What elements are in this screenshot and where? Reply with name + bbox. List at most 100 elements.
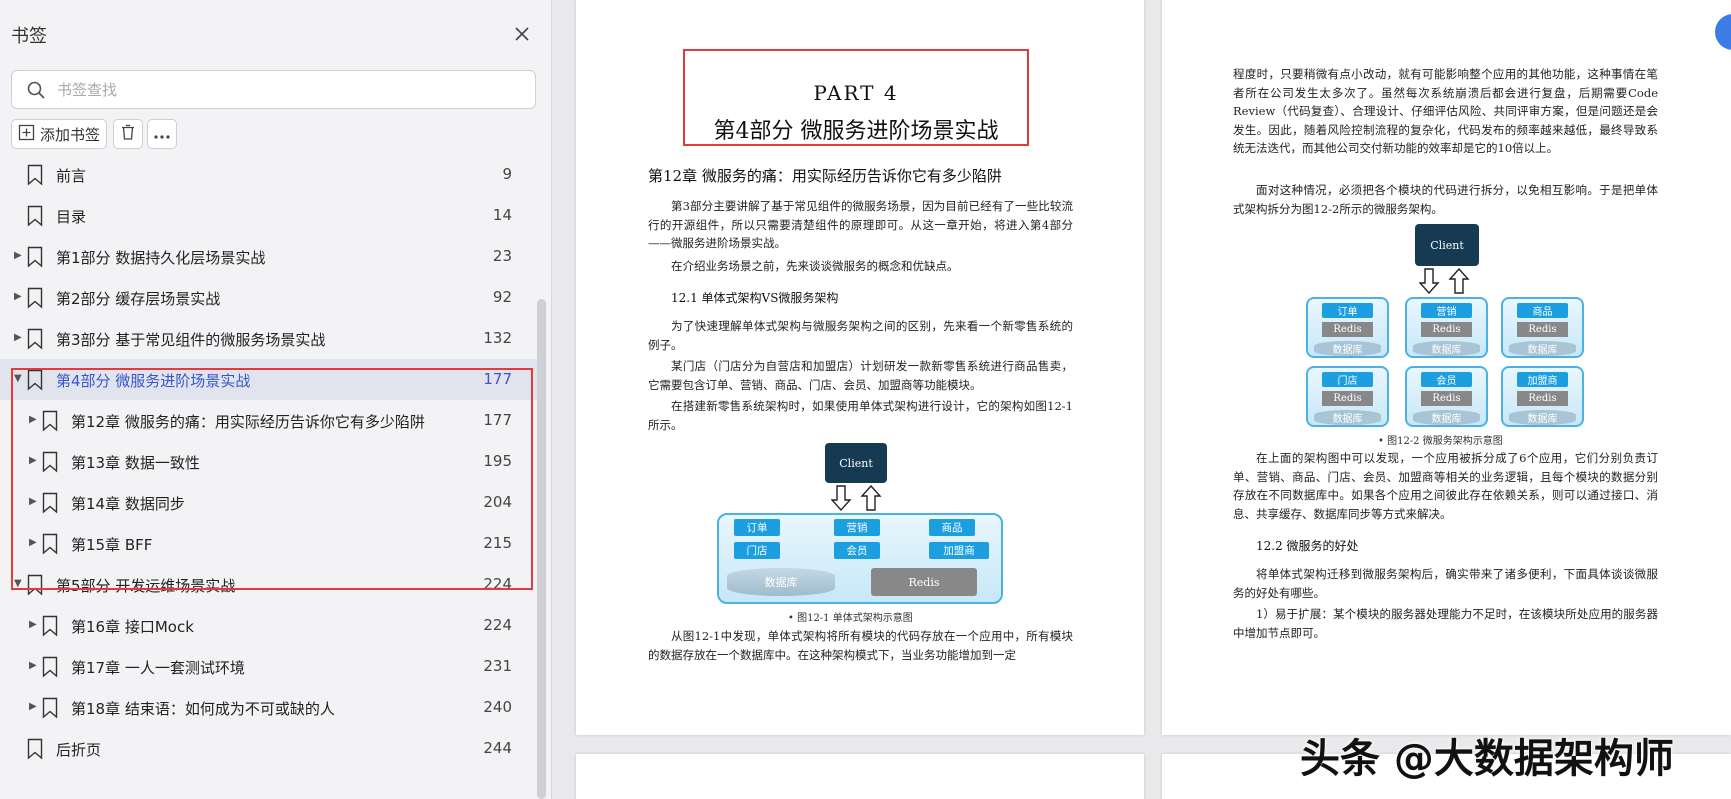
- sidebar-title: 书签: [11, 26, 47, 47]
- bookmark-item[interactable]: ▶ 第13章 数据一致性 195: [0, 441, 540, 482]
- redis-node: Redis: [1421, 322, 1472, 337]
- arrows-icon: [1419, 268, 1470, 294]
- bookmark-item[interactable]: 前言 9: [0, 154, 540, 195]
- bookmark-item[interactable]: 目录 14: [0, 195, 540, 236]
- expand-arrow-icon[interactable]: ▶: [29, 659, 39, 673]
- bookmark-item[interactable]: ▶ 第14章 数据同步 204: [0, 482, 540, 523]
- bookmark-label: 第18章 结束语：如何成为不可或缺的人: [71, 700, 335, 718]
- bookmark-page-number: 215: [483, 534, 512, 552]
- expand-arrow-icon[interactable]: ▶: [29, 536, 39, 550]
- bookmark-item[interactable]: ▶ 第2部分 缓存层场景实战 92: [0, 277, 540, 318]
- add-bookmark-button[interactable]: 添加书签: [11, 119, 107, 149]
- sidebar-scrollbar[interactable]: [537, 299, 546, 799]
- more-options-button[interactable]: [147, 119, 177, 149]
- bookmark-item[interactable]: ▼ 第4部分 微服务进阶场景实战 177: [0, 359, 540, 400]
- expand-arrow-icon[interactable]: ▶: [29, 413, 39, 427]
- bookmark-label: 第4部分 微服务进阶场景实战: [56, 372, 251, 390]
- service-box: 会员 Redis 数据库: [1405, 366, 1488, 427]
- bookmark-icon: [27, 164, 43, 186]
- bookmark-page-number: 23: [492, 247, 512, 265]
- database-node: 数据库: [1314, 410, 1381, 425]
- collapse-arrow-icon[interactable]: ▼: [14, 577, 24, 591]
- paragraph: 为了快速理解单体式架构与微服务架构之间的区别，先来看一个新零售系统的例子。: [648, 319, 1073, 352]
- arrows-icon: [831, 485, 882, 511]
- add-bookmark-icon: [18, 124, 35, 145]
- bookmark-page-number: 132: [483, 329, 512, 347]
- service-box: 订单 Redis 数据库: [1306, 297, 1389, 358]
- watermark: 头条 @大数据架构师: [1300, 736, 1674, 782]
- bookmark-label: 目录: [56, 208, 87, 226]
- expand-arrow-icon[interactable]: ▶: [29, 454, 39, 468]
- database-node: 数据库: [1509, 410, 1576, 425]
- bookmark-label: 第3部分 基于常见组件的微服务场景实战: [56, 331, 326, 349]
- bookmark-search[interactable]: [11, 70, 536, 109]
- close-icon[interactable]: [510, 22, 534, 46]
- service-box: 门店 Redis 数据库: [1306, 366, 1389, 427]
- service-box: 营销 Redis 数据库: [1405, 297, 1488, 358]
- search-input[interactable]: [57, 77, 517, 103]
- bookmark-item[interactable]: ▶ 第3部分 基于常见组件的微服务场景实战 132: [0, 318, 540, 359]
- bookmark-item[interactable]: ▶ 第1部分 数据持久化层场景实战 23: [0, 236, 540, 277]
- service-box: 加盟商 Redis 数据库: [1501, 366, 1584, 427]
- document-page-right: 程度时，只要稍微有点小改动，就有可能影响整个应用的其他功能，这种事情在笔者所在公…: [1162, 0, 1731, 735]
- collapse-arrow-icon[interactable]: ▼: [14, 372, 24, 386]
- bookmark-item[interactable]: ▼ 第5部分 开发运维场景实战 224: [0, 564, 540, 605]
- paragraph: 在上面的架构图中可以发现，一个应用被拆分成了6个应用，它们分别负责订单、营销、商…: [1233, 451, 1658, 521]
- bookmark-label: 第15章 BFF: [71, 536, 153, 554]
- trash-icon: [119, 123, 137, 145]
- bookmark-label: 前言: [56, 167, 87, 185]
- bookmark-item[interactable]: ▶ 第17章 一人一套测试环境 231: [0, 646, 540, 687]
- bookmark-page-number: 9: [502, 165, 512, 183]
- paragraph: 将单体式架构迁移到微服务架构后，确实带来了诸多便利，下面具体谈谈微服务的好处有哪…: [1233, 567, 1658, 600]
- bookmark-icon: [42, 697, 58, 719]
- paragraph: 从图12-1中发现，单体式架构将所有模块的代码存放在一个应用中，所有模块的数据存…: [648, 629, 1073, 662]
- delete-bookmark-button[interactable]: [113, 119, 143, 149]
- bookmark-page-number: 244: [483, 739, 512, 757]
- bookmark-icon: [27, 287, 43, 309]
- module-tag: 商品: [929, 519, 975, 536]
- expand-arrow-icon[interactable]: ▶: [29, 495, 39, 509]
- client-node: Client: [825, 443, 887, 483]
- expand-arrow-icon[interactable]: ▶: [29, 700, 39, 714]
- bookmark-page-number: 224: [483, 575, 512, 593]
- bookmark-label: 后折页: [56, 741, 102, 759]
- paragraph: 第3部分主要讲解了基于常见组件的微服务场景，因为目前已经有了一些比较流行的开源组…: [648, 199, 1073, 250]
- figure-caption: • 图12-1 单体式架构示意图: [788, 613, 913, 624]
- bookmark-item[interactable]: ▶ 第15章 BFF 215: [0, 523, 540, 564]
- service-tag: 订单: [1322, 303, 1373, 318]
- paragraph: 1）易于扩展：某个模块的服务器处理能力不足时，在该模块所处应用的服务器中增加节点…: [1233, 607, 1658, 640]
- document-page-left: PART 4 第4部分 微服务进阶场景实战 第12章 微服务的痛：用实际经历告诉…: [576, 0, 1144, 735]
- search-icon: [26, 80, 46, 100]
- part-title-en: PART 4: [813, 81, 899, 105]
- expand-arrow-icon[interactable]: ▶: [14, 249, 24, 263]
- section-heading: 12.1 单体式架构VS微服务架构: [671, 291, 839, 305]
- module-tag: 营销: [834, 519, 880, 536]
- bookmark-item[interactable]: ▶ 第18章 结束语：如何成为不可或缺的人 240: [0, 687, 540, 728]
- service-tag: 会员: [1421, 372, 1472, 387]
- bookmark-label: 第16章 接口Mock: [71, 618, 194, 636]
- bookmark-item[interactable]: 后折页 244: [0, 728, 540, 769]
- document-page-next-left: [576, 754, 1144, 799]
- paragraph: 程度时，只要稍微有点小改动，就有可能影响整个应用的其他功能，这种事情在笔者所在公…: [1233, 67, 1658, 155]
- paragraph: 在搭建新零售系统架构时，如果使用单体式架构进行设计，它的架构如图12-1所示。: [648, 399, 1073, 432]
- part-heading: PART 4 第4部分 微服务进阶场景实战: [683, 49, 1029, 146]
- bookmark-page-number: 204: [483, 493, 512, 511]
- bookmark-item[interactable]: ▶ 第16章 接口Mock 224: [0, 605, 540, 646]
- bookmark-icon: [27, 738, 43, 760]
- redis-node: Redis: [1322, 391, 1373, 406]
- bookmark-item[interactable]: ▶ 第12章 微服务的痛：用实际经历告诉你它有多少陷阱 177: [0, 400, 540, 441]
- service-tag: 加盟商: [1517, 372, 1568, 387]
- bookmark-label: 第12章 微服务的痛：用实际经历告诉你它有多少陷阱: [71, 413, 425, 431]
- bookmark-icon: [27, 328, 43, 350]
- bookmark-list: 前言 9 目录 14 ▶ 第1部分 数据持久化层场景实战 23 ▶ 第2部分 缓存层场景实战 92…: [0, 154, 540, 799]
- module-tag: 加盟商: [929, 542, 989, 559]
- redis-node: Redis: [1517, 322, 1568, 337]
- bookmark-icon: [42, 656, 58, 678]
- database-node: 数据库: [1314, 341, 1381, 356]
- service-box: 商品 Redis 数据库: [1501, 297, 1584, 358]
- expand-arrow-icon[interactable]: ▶: [29, 618, 39, 632]
- expand-arrow-icon[interactable]: ▶: [14, 290, 24, 304]
- more-icon: [153, 125, 171, 144]
- expand-arrow-icon[interactable]: ▶: [14, 331, 24, 345]
- bookmark-icon: [42, 533, 58, 555]
